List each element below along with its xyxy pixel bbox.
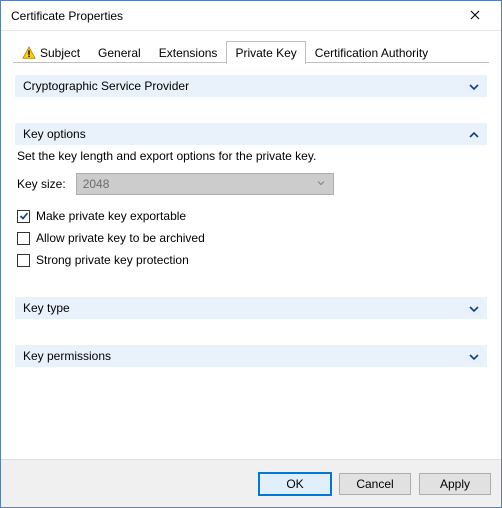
close-button[interactable] xyxy=(455,3,495,29)
tab-page-private-key: Cryptographic Service Provider Key optio… xyxy=(13,63,489,459)
tab-label: General xyxy=(98,46,141,60)
section-title: Key permissions xyxy=(23,349,469,363)
tab-general[interactable]: General xyxy=(89,41,150,64)
chevron-down-icon xyxy=(469,351,479,361)
section-key-options-header[interactable]: Key options xyxy=(15,123,487,145)
checkbox-strong-row: Strong private key protection xyxy=(13,249,489,271)
section-description: Set the key length and export options fo… xyxy=(13,145,489,171)
dialog-button-bar: OK Cancel Apply xyxy=(1,459,501,507)
titlebar: Certificate Properties xyxy=(1,1,501,31)
tab-label: Certification Authority xyxy=(315,46,428,60)
spacer xyxy=(13,197,489,205)
tab-private-key[interactable]: Private Key xyxy=(226,41,305,64)
section-key-type-header[interactable]: Key type xyxy=(15,297,487,319)
checkbox-exportable-row: Make private key exportable xyxy=(13,205,489,227)
key-size-select[interactable]: 2048 xyxy=(76,173,334,195)
spacer xyxy=(13,271,489,297)
section-title: Key options xyxy=(23,127,469,141)
tab-extensions[interactable]: Extensions xyxy=(150,41,227,64)
checkbox-archive[interactable] xyxy=(17,232,30,245)
spacer xyxy=(13,97,489,123)
tab-certification-authority[interactable]: Certification Authority xyxy=(306,41,437,64)
window-title: Certificate Properties xyxy=(11,9,455,23)
cancel-button[interactable]: Cancel xyxy=(339,473,411,495)
key-size-label: Key size: xyxy=(17,177,66,191)
chevron-down-icon xyxy=(469,303,479,313)
tab-label: Private Key xyxy=(235,46,296,60)
checkbox-exportable[interactable] xyxy=(17,210,30,223)
section-title: Cryptographic Service Provider xyxy=(23,79,469,93)
warning-icon xyxy=(22,46,36,60)
checkbox-label: Allow private key to be archived xyxy=(36,231,205,245)
tab-subject[interactable]: Subject xyxy=(13,41,89,64)
button-label: Apply xyxy=(440,477,470,491)
chevron-down-icon xyxy=(313,177,329,191)
apply-button[interactable]: Apply xyxy=(419,473,491,495)
section-key-permissions-header[interactable]: Key permissions xyxy=(15,345,487,367)
tab-strip: Subject General Extensions Private Key C… xyxy=(13,39,489,63)
spacer xyxy=(13,319,489,345)
button-label: Cancel xyxy=(356,477,393,491)
close-icon xyxy=(470,9,480,23)
chevron-down-icon xyxy=(469,81,479,91)
client-area: Subject General Extensions Private Key C… xyxy=(1,31,501,459)
chevron-up-icon xyxy=(469,129,479,139)
key-size-row: Key size: 2048 xyxy=(13,171,489,197)
ok-button[interactable]: OK xyxy=(259,473,331,495)
checkbox-label: Make private key exportable xyxy=(36,209,186,223)
dialog-window: Certificate Properties Subject General E… xyxy=(0,0,502,508)
checkbox-archive-row: Allow private key to be archived xyxy=(13,227,489,249)
tab-label: Subject xyxy=(40,46,80,60)
section-title: Key type xyxy=(23,301,469,315)
key-size-value: 2048 xyxy=(83,177,313,191)
section-csp-header[interactable]: Cryptographic Service Provider xyxy=(15,75,487,97)
checkbox-label: Strong private key protection xyxy=(36,253,189,267)
checkbox-strong-protection[interactable] xyxy=(17,254,30,267)
tab-label: Extensions xyxy=(159,46,218,60)
button-label: OK xyxy=(286,477,303,491)
